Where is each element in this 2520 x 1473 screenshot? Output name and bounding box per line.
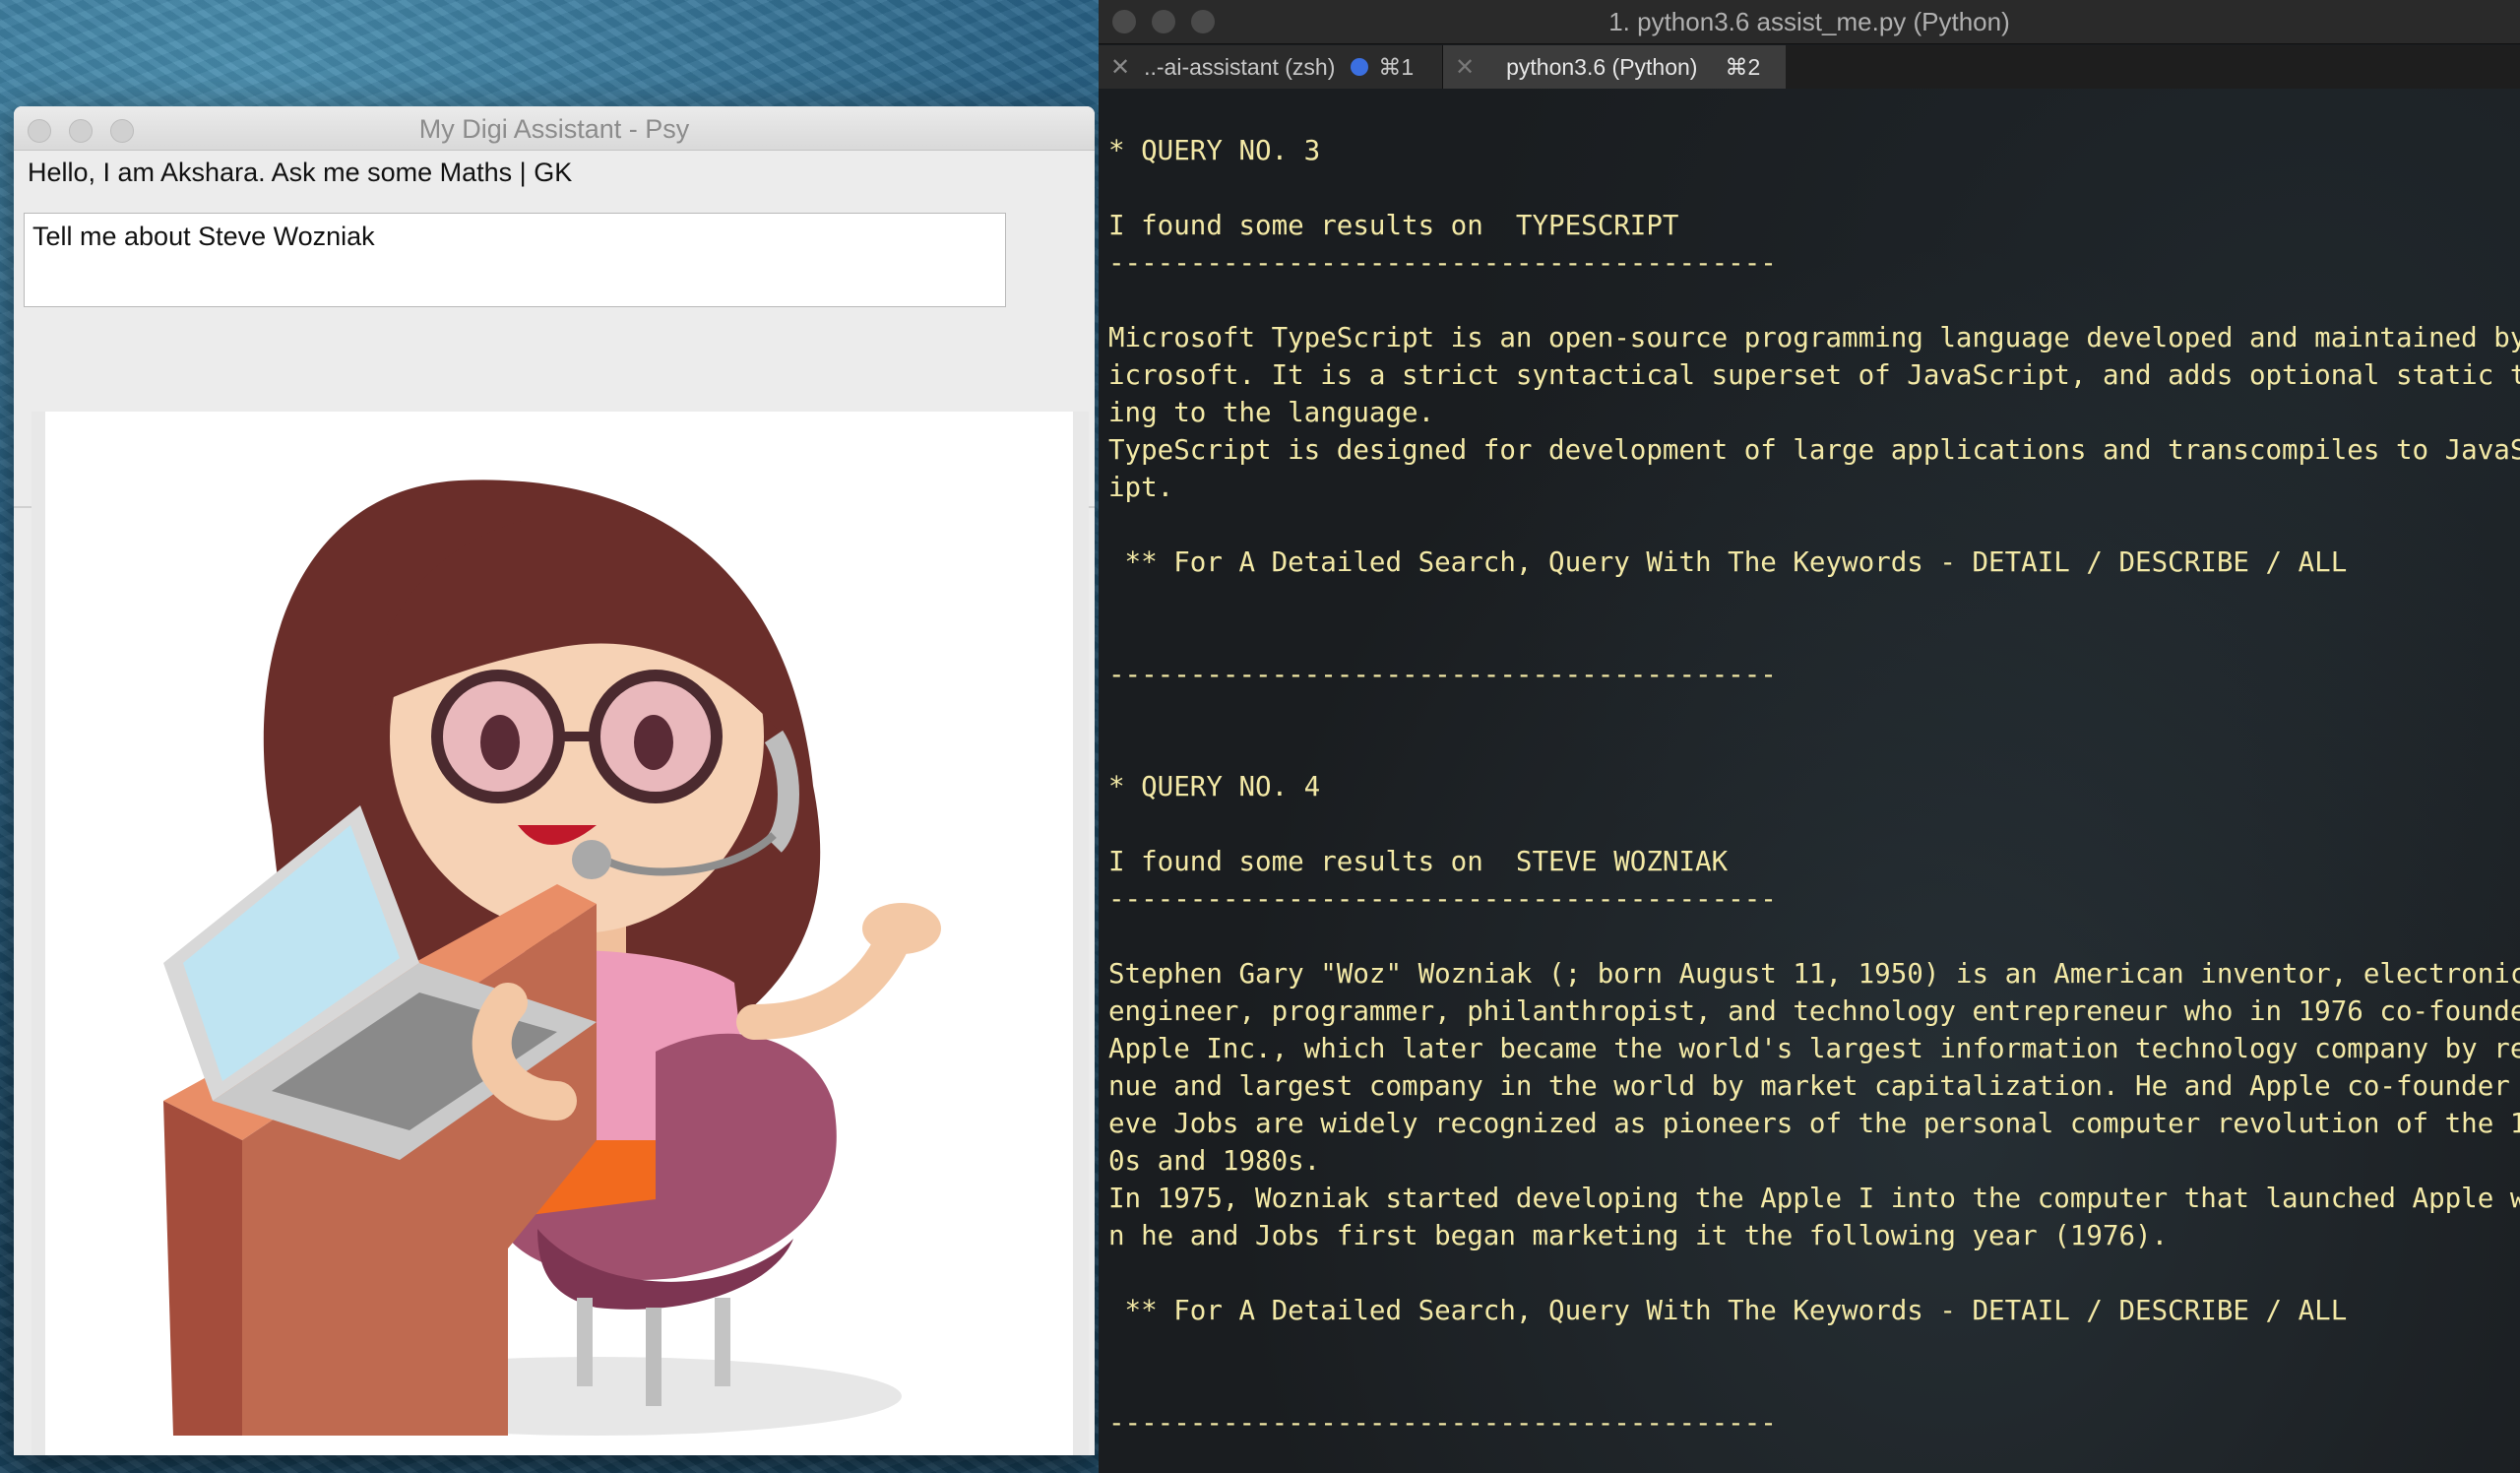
terminal-line: ----------------------------------------… [1108,659,1777,690]
terminal-line: eve Jobs are widely recognized as pionee… [1108,1108,2520,1139]
terminal-line: ipt. [1108,472,1174,503]
terminal-line: ** For A Detailed Search, Query With The… [1108,1295,2348,1326]
tab-zsh[interactable]: ✕ ..-ai-assistant (zsh) ⌘1 [1099,45,1443,89]
terminal-line: nue and largest company in the world by … [1108,1070,2520,1102]
terminal-window-title: 1. python3.6 assist_me.py (Python) [1608,7,2010,36]
terminal-line: ----------------------------------------… [1108,1407,1777,1439]
terminal-line: * QUERY NO. 3 [1108,135,1321,166]
tab-shortcut: ⌘1 [1378,53,1415,80]
terminal-output[interactable]: * QUERY NO. 3 I found some results on TY… [1108,132,2520,1441]
greeting-label: Hello, I am Akshara. Ask me some Maths |… [28,158,573,187]
terminal-line: ing to the language. [1108,397,1435,428]
assistant-window-title: My Digi Assistant - Psy [418,114,690,144]
terminal-line: Stephen Gary "Woz" Wozniak (; born Augus… [1108,958,2520,990]
terminal-line: Microsoft TypeScript is an open-source p… [1108,322,2520,353]
terminal-line: I found some results on STEVE WOZNIAK [1108,846,1729,877]
tab-label: ..-ai-assistant (zsh) [1144,53,1336,80]
terminal-line: ** For A Detailed Search, Query With The… [1108,546,2348,578]
terminal-line: ----------------------------------------… [1108,883,1777,915]
assistant-avatar-illustration [45,412,1073,1455]
terminal-titlebar[interactable]: 1. python3.6 assist_me.py (Python) [1099,0,2520,44]
assistant-window: My Digi Assistant - Psy Hello, I am Aksh… [14,106,1095,1455]
terminal-tab-bar: ✕ ..-ai-assistant (zsh) ⌘1 ✕ python3.6 (… [1099,45,2520,89]
terminal-line: icrosoft. It is a strict syntactical sup… [1108,359,2520,391]
activity-dot-icon [1351,58,1369,76]
terminal-line: * QUERY NO. 4 [1108,771,1321,802]
avatar-image-panel [32,412,1089,1455]
query-input[interactable]: Tell me about Steve Wozniak [24,213,1006,307]
terminal-line: engineer, programmer, philanthropist, an… [1108,995,2520,1027]
terminal-window: 1. python3.6 assist_me.py (Python) ✕ ..-… [1099,0,2520,1473]
tab-label: python3.6 (Python) [1506,53,1698,80]
terminal-line: ----------------------------------------… [1108,247,1777,279]
close-tab-icon[interactable]: ✕ [1455,53,1475,82]
terminal-line: In 1975, Wozniak started developing the … [1108,1183,2520,1214]
tab-shortcut: ⌘2 [1725,53,1761,80]
terminal-line: I found some results on TYPESCRIPT [1108,210,1679,241]
tab-python[interactable]: ✕ python3.6 (Python) ⌘2 [1443,45,1786,89]
terminal-line: TypeScript is designed for development o… [1108,434,2520,466]
close-tab-icon[interactable]: ✕ [1110,53,1130,82]
assistant-titlebar[interactable]: My Digi Assistant - Psy [14,106,1095,151]
terminal-line: n he and Jobs first began marketing it t… [1108,1220,2169,1251]
terminal-line: Apple Inc., which later became the world… [1108,1033,2520,1064]
terminal-line: 0s and 1980s. [1108,1145,1321,1177]
